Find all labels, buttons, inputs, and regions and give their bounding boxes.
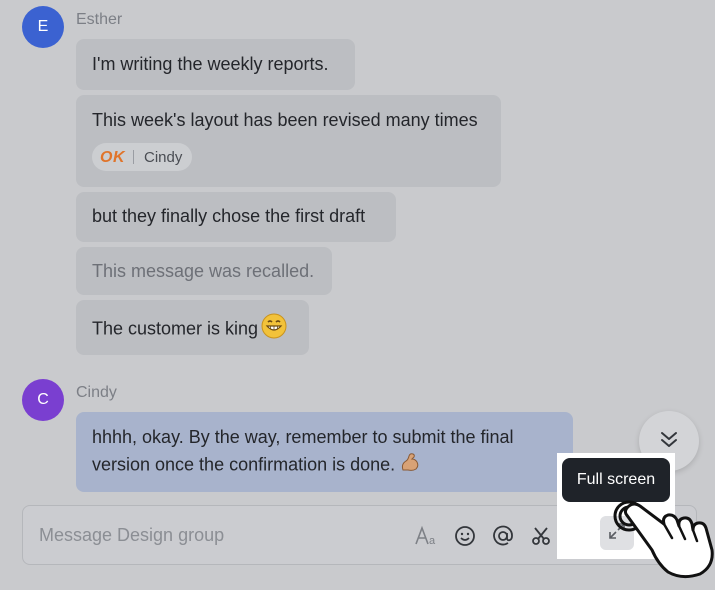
avatar-initial: C (37, 391, 49, 408)
tap-hand-icon (596, 494, 714, 582)
avatar-cindy[interactable]: C (22, 379, 64, 421)
message-text: This week's layout has been revised many… (92, 110, 478, 130)
flexed-biceps-icon (398, 450, 422, 481)
message-bubble[interactable]: The customer is king (76, 300, 309, 355)
avatar-initial: E (37, 18, 49, 35)
message-text: hhhh, okay. By the way, remember to subm… (92, 427, 514, 475)
reaction-chip[interactable]: OK Cindy (92, 143, 193, 171)
message-input[interactable]: Message Design group (39, 525, 224, 546)
double-chevron-down-icon (657, 427, 681, 456)
message-text: I'm writing the weekly reports. (92, 54, 329, 74)
sender-name-cindy: Cindy (76, 384, 117, 401)
chat-window: E Esther I'm writing the weekly reports.… (0, 0, 715, 590)
message-text: This message was recalled. (92, 261, 315, 281)
font-style-icon[interactable]: a (413, 522, 441, 550)
svg-text:a: a (429, 535, 436, 547)
emoji-icon[interactable] (451, 522, 479, 550)
avatar-esther[interactable]: E (22, 6, 64, 48)
message-bubble[interactable]: hhhh, okay. By the way, remember to subm… (76, 412, 573, 492)
message-bubble[interactable]: but they finally chose the first draft (76, 192, 396, 242)
grinning-face-icon (261, 313, 287, 346)
scissors-icon[interactable] (527, 522, 555, 550)
reaction-user: Cindy (144, 148, 183, 166)
mention-icon[interactable] (489, 522, 517, 550)
reaction-divider (133, 150, 134, 164)
message-bubble[interactable]: This week's layout has been revised many… (76, 95, 501, 187)
ok-reaction-icon: OK (100, 148, 125, 166)
sender-name-esther: Esther (76, 11, 123, 28)
message-bubble[interactable]: I'm writing the weekly reports. (76, 39, 355, 90)
recalled-message: This message was recalled. (76, 247, 332, 295)
message-text: but they finally chose the first draft (92, 206, 366, 226)
message-text: The customer is king (92, 318, 259, 339)
